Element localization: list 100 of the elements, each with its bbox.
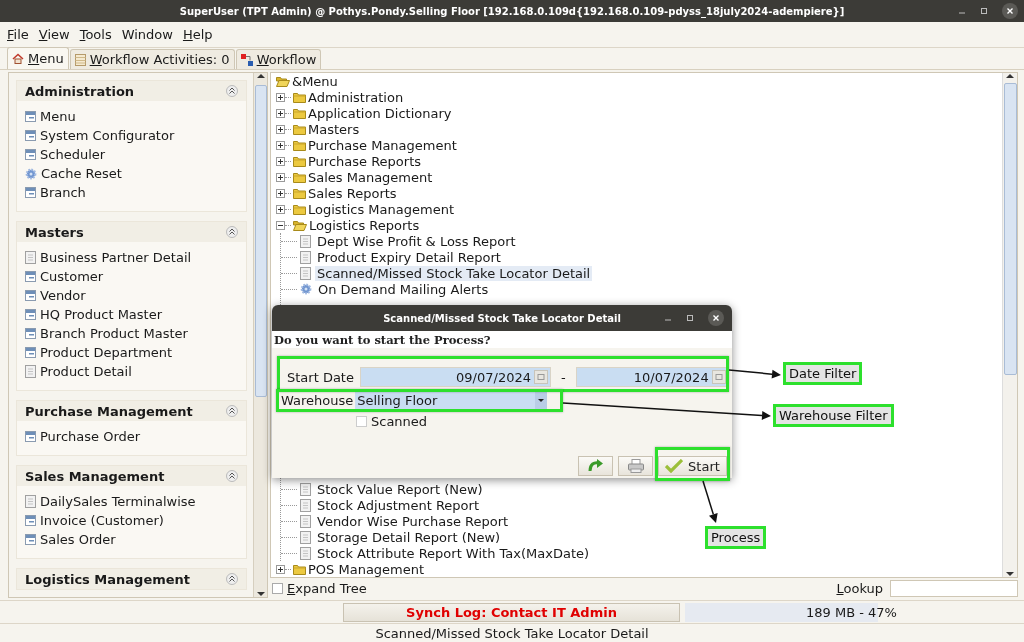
tree-item[interactable]: POS Management — [306, 561, 427, 577]
tree-item[interactable]: Stock Attribute Report With Tax(MaxDate) — [315, 545, 592, 561]
document-icon — [300, 250, 311, 264]
warehouse-dropdown[interactable]: Selling Floor — [355, 392, 548, 409]
expand-icon[interactable] — [276, 172, 285, 182]
window-icon — [25, 111, 36, 122]
field-label: Start Date — [287, 369, 354, 385]
scroll-up-icon[interactable] — [1006, 73, 1014, 79]
sync-log-button[interactable]: Synch Log: Contact IT Admin — [343, 602, 680, 622]
close-icon[interactable] — [708, 310, 724, 326]
sidebar-item[interactable]: Business Partner Detail — [40, 250, 192, 265]
tree-item[interactable]: On Demand Mailing Alerts — [316, 281, 491, 297]
tree-item[interactable]: Vendor Wise Purchase Report — [315, 513, 511, 529]
sidebar-item[interactable]: Menu — [40, 109, 76, 124]
tree-item[interactable]: Storage Detail Report (New) — [315, 529, 503, 545]
expand-icon[interactable] — [276, 92, 285, 102]
gear-icon — [300, 283, 312, 295]
collapse-icon[interactable] — [276, 220, 285, 230]
section-title: Logistics Management — [25, 571, 191, 587]
tree-item[interactable]: Masters — [306, 121, 362, 137]
sidebar-item[interactable]: Branch Product Master — [40, 326, 188, 341]
scroll-down-icon[interactable] — [1006, 571, 1014, 577]
tree-item[interactable]: Administration — [306, 89, 406, 105]
memory-reading: 189 MB - 47% — [806, 604, 897, 620]
tree-item[interactable]: Application Dictionary — [306, 105, 454, 121]
open-folder-icon — [276, 75, 290, 87]
expand-icon[interactable] — [276, 156, 285, 166]
section-title: Sales Management — [25, 468, 165, 484]
close-icon[interactable] — [1002, 3, 1018, 19]
window-icon — [25, 328, 36, 339]
menubar-entry[interactable]: Help — [182, 25, 213, 44]
tree-item[interactable]: Sales Management — [306, 169, 435, 185]
tab[interactable]: Workflow Activities: 0 — [69, 49, 235, 69]
sidebar-item[interactable]: Purchase Order — [40, 429, 141, 444]
tab[interactable]: Menu — [7, 47, 69, 69]
checkbox-label[interactable]: Expand Tree — [287, 580, 367, 596]
tree-item[interactable]: Dept Wise Profit & Loss Report — [315, 233, 518, 249]
sidebar-item[interactable]: Cache Reset — [41, 166, 122, 181]
collapse-icon[interactable] — [226, 85, 238, 97]
sidebar-item[interactable]: Product Department — [40, 345, 173, 360]
tree-item[interactable]: Sales Reports — [306, 185, 399, 201]
date-field[interactable]: 09/07/2024 — [359, 367, 551, 387]
restore-icon[interactable] — [980, 7, 988, 15]
expand-icon[interactable] — [276, 204, 285, 214]
dialog-question: Do you want to start the Process? — [272, 331, 732, 348]
sidebar-item[interactable]: Scheduler — [40, 147, 106, 162]
maximize-icon[interactable] — [686, 314, 694, 322]
sidebar-item[interactable]: Vendor — [40, 288, 86, 303]
menubar-entry[interactable]: View — [38, 25, 70, 44]
scroll-down-icon[interactable] — [256, 591, 265, 597]
window-icon — [25, 515, 36, 526]
sidebar-item[interactable]: Sales Order — [40, 532, 116, 547]
print-button[interactable] — [618, 456, 653, 476]
sidebar-item[interactable]: System Configurator — [40, 128, 175, 143]
expand-icon[interactable] — [276, 188, 285, 198]
scrollbar[interactable] — [253, 73, 267, 597]
expand-icon[interactable] — [276, 108, 285, 118]
sidebar-item[interactable]: Branch — [40, 185, 86, 200]
checkbox-label[interactable]: Scanned — [371, 414, 428, 429]
start-button[interactable]: Start — [658, 456, 727, 476]
checkbox[interactable] — [356, 416, 367, 427]
window-icon — [25, 347, 36, 358]
dialog-title: Scanned/Missed Stock Take Locator Detail — [382, 312, 622, 324]
tree-item[interactable]: Stock Value Report (New) — [315, 481, 485, 497]
tree-item[interactable]: Stock Adjustment Report — [315, 497, 481, 513]
tree-item[interactable]: Scanned/Missed Stock Take Locator Detail — [315, 265, 593, 281]
lookup-field[interactable] — [890, 579, 1018, 597]
checkbox[interactable] — [272, 582, 283, 594]
menubar-entry[interactable]: File — [7, 25, 29, 44]
tab[interactable]: Workflow — [235, 49, 322, 69]
collapse-icon[interactable] — [226, 226, 238, 238]
scrollbar[interactable] — [1002, 73, 1017, 577]
expand-icon[interactable] — [276, 564, 285, 574]
tree-item[interactable]: Logistics Reports — [307, 217, 422, 233]
menubar-entry[interactable]: Window — [121, 25, 173, 44]
section-title: Purchase Management — [25, 403, 193, 419]
tree-item[interactable]: Product Expiry Detail Report — [315, 249, 503, 265]
printer-icon — [627, 459, 644, 473]
document-icon — [300, 546, 311, 560]
expand-icon[interactable] — [276, 140, 285, 150]
sidebar-item[interactable]: Invoice (Customer) — [40, 513, 164, 528]
collapse-icon[interactable] — [226, 470, 238, 482]
tree-item[interactable]: Logistics Management — [306, 201, 456, 217]
collapse-icon[interactable] — [226, 405, 238, 417]
tree-item[interactable]: Purchase Reports — [306, 153, 424, 169]
section-title: Masters — [25, 224, 84, 240]
tree-item[interactable]: &Menu — [290, 73, 340, 89]
pointer-arrow — [702, 480, 718, 523]
scroll-up-icon[interactable] — [256, 73, 265, 79]
lookup-label: Lookup — [836, 580, 883, 596]
tree-item[interactable]: Purchase Management — [306, 137, 459, 153]
collapse-icon[interactable] — [226, 573, 238, 585]
sidebar-item[interactable]: Customer — [40, 269, 104, 284]
sidebar-item[interactable]: DailySales Terminalwise — [40, 494, 196, 509]
sidebar-item[interactable]: HQ Product Master — [40, 307, 163, 322]
folder-icon — [293, 123, 306, 135]
menubar-entry[interactable]: Tools — [79, 25, 112, 44]
redo-button[interactable] — [578, 456, 613, 476]
sidebar-item[interactable]: Product Detail — [40, 364, 132, 379]
expand-icon[interactable] — [276, 124, 285, 134]
